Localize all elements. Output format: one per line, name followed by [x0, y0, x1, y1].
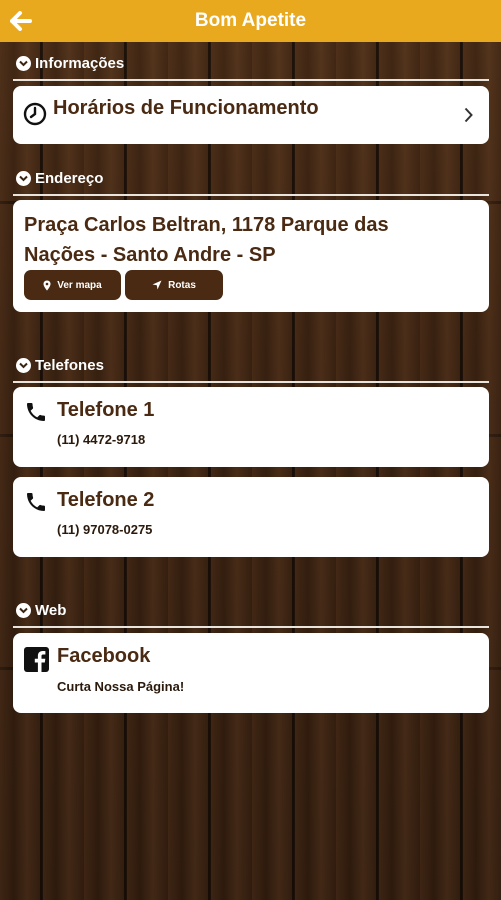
facebook-icon	[24, 647, 49, 672]
phone-card-1[interactable]: Telefone 1 (11) 4472-9718	[13, 387, 489, 467]
routes-button[interactable]: Rotas	[125, 270, 223, 300]
phone-label-1: Telefone 1	[57, 399, 155, 421]
section-title-address: Endereço	[35, 169, 104, 187]
clock-icon	[23, 102, 47, 126]
section-header-info[interactable]: Informações	[16, 53, 124, 73]
phone-label-2: Telefone 2	[57, 489, 155, 511]
divider	[13, 381, 489, 383]
page-title: Bom Apetite	[194, 10, 307, 31]
divider	[13, 194, 489, 196]
chevron-right-icon	[464, 107, 473, 123]
section-title-web: Web	[35, 601, 67, 619]
phone-number-2: (11) 97078-0275	[57, 522, 153, 537]
back-button[interactable]	[8, 8, 34, 34]
app-header: Bom Apetite	[0, 0, 501, 42]
chevron-down-icon	[16, 170, 31, 186]
navigation-arrow-icon	[152, 280, 162, 290]
arrow-left-icon	[10, 11, 32, 31]
divider	[13, 626, 489, 628]
hours-label: Horários de Funcionamento	[53, 97, 319, 119]
phone-card-2[interactable]: Telefone 2 (11) 97078-0275	[13, 477, 489, 557]
facebook-card[interactable]: Facebook Curta Nossa Página!	[13, 633, 489, 713]
section-header-web[interactable]: Web	[16, 600, 66, 620]
routes-button-label: Rotas	[168, 279, 196, 291]
chevron-down-icon	[16, 357, 31, 373]
map-button-label: Ver mapa	[57, 279, 102, 291]
address-text: Praça Carlos Beltran, 1178 Parque das Na…	[24, 214, 389, 266]
address-card: Praça Carlos Beltran, 1178 Parque das Na…	[13, 200, 489, 312]
section-header-phones[interactable]: Telefones	[16, 355, 104, 375]
phone-icon	[27, 403, 45, 421]
phone-number-1: (11) 4472-9718	[57, 432, 146, 447]
phone-icon	[27, 493, 45, 511]
map-pin-icon	[43, 280, 51, 290]
chevron-down-icon	[16, 55, 31, 71]
section-header-address[interactable]: Endereço	[16, 168, 103, 188]
section-title-info: Informações	[35, 54, 125, 72]
divider	[13, 79, 489, 81]
hours-card[interactable]: Horários de Funcionamento	[13, 86, 489, 144]
facebook-label: Facebook	[57, 645, 151, 667]
chevron-down-icon	[16, 602, 31, 618]
facebook-subtitle: Curta Nossa Página!	[57, 679, 185, 694]
map-button[interactable]: Ver mapa	[24, 270, 121, 300]
section-title-phones: Telefones	[35, 356, 104, 374]
